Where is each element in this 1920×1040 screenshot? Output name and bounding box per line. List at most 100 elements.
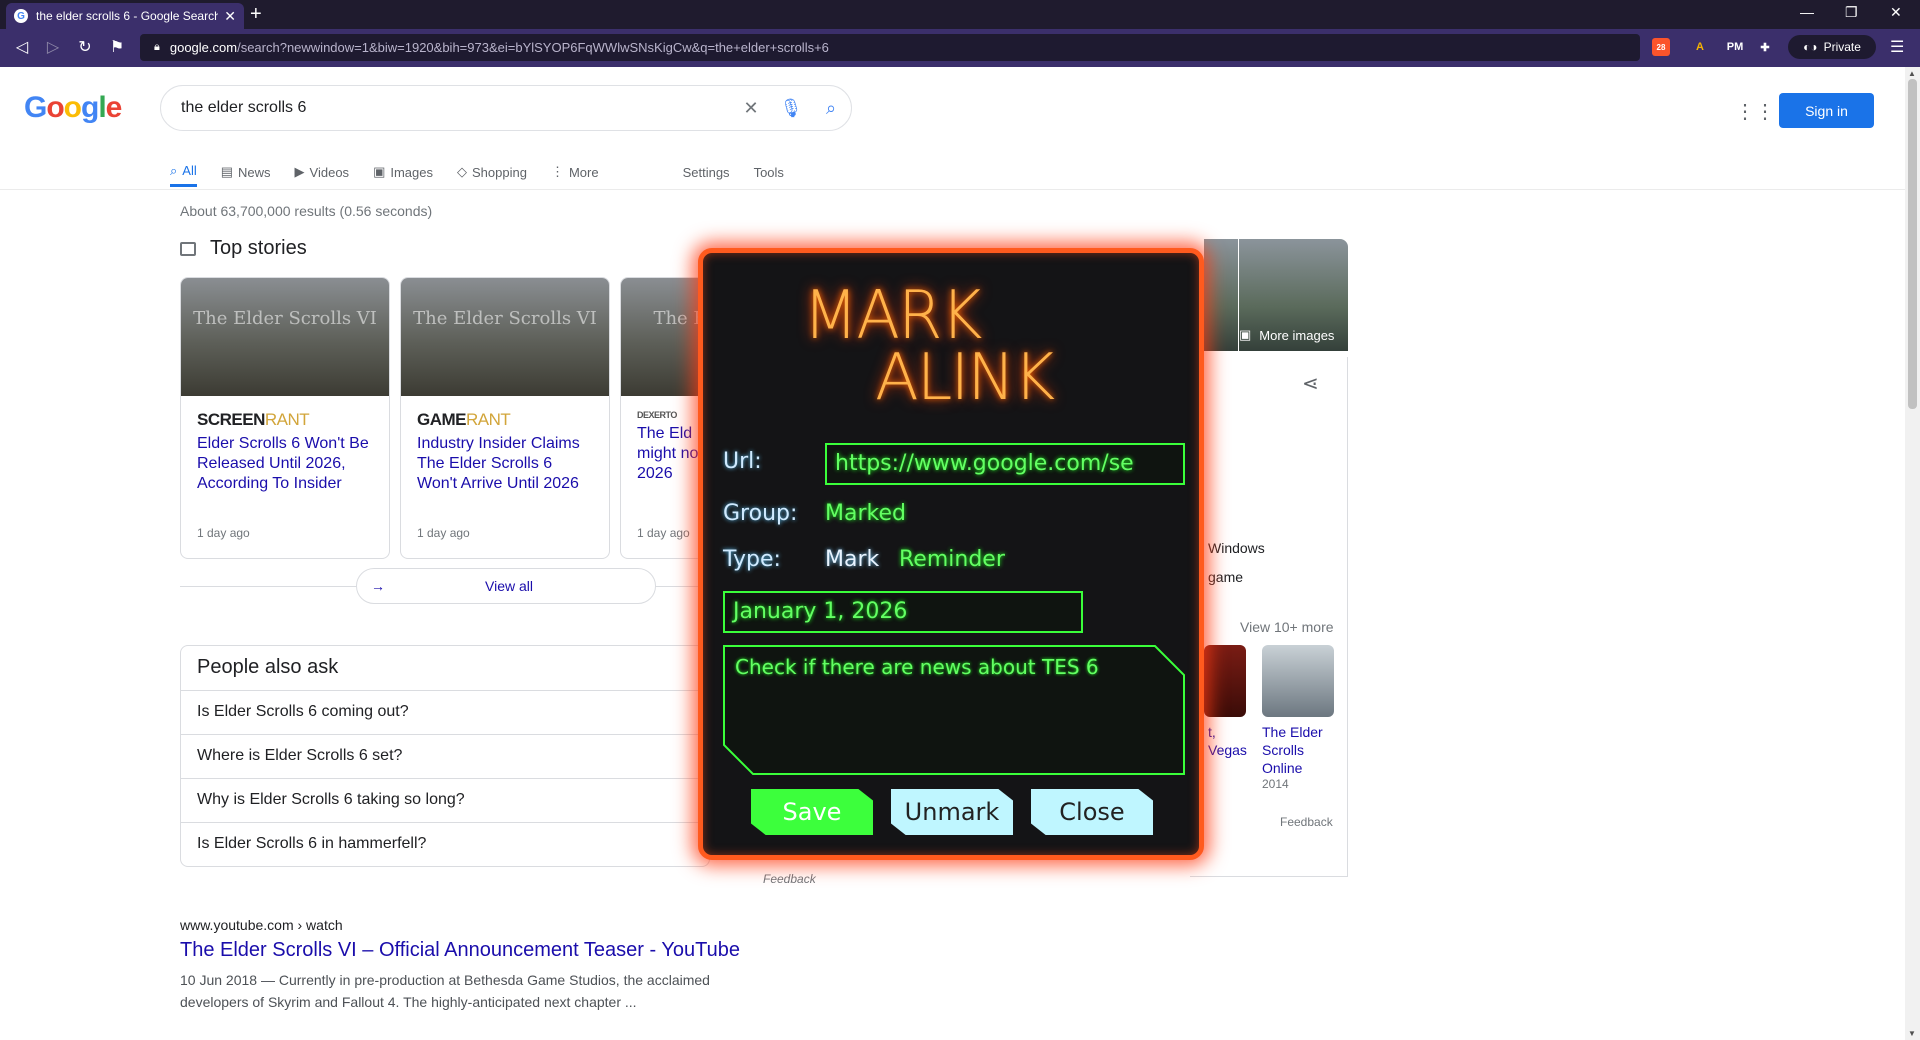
scroll-up-icon[interactable]: ▲ [1908,69,1916,78]
mark-a-link-popup: MARK ALINK Url: https://www.google.com/s… [698,248,1204,860]
paa-question[interactable]: Where is Elder Scrolls 6 set? [181,734,709,778]
bookmark-icon[interactable]: ⚑ [107,37,127,57]
tab-settings[interactable]: Settings [683,157,730,187]
url-label: Url: [723,449,762,474]
share-icon[interactable]: ⋖ [1302,371,1319,396]
story-image: The Elder Scrolls VI [401,278,609,396]
related-item-fragment[interactable]: Vegas [1208,741,1247,759]
lock-icon: 🔒︎ [154,41,160,53]
scroll-thumb[interactable] [1908,79,1917,409]
extensions-puzzle-icon[interactable]: ✚ [1756,38,1774,56]
arrow-right-icon: → [371,578,385,594]
kp-image-strip[interactable] [1204,239,1238,351]
news-icon: ▤ [220,164,234,179]
kp-feedback-link[interactable]: Feedback [1280,815,1333,829]
forward-icon[interactable]: ▷ [43,37,63,57]
tab-shopping[interactable]: ◇ Shopping [457,157,527,187]
address-bar[interactable]: 🔒︎ google.com/search?newwindow=1&biw=192… [140,34,1640,61]
private-label: Private [1823,40,1861,54]
clear-search-icon[interactable]: ✕ [731,98,771,119]
more-images-label: More images [1259,327,1335,343]
story-time: 1 day ago [637,526,690,540]
tab-all[interactable]: ⌕ All [170,157,197,187]
save-button[interactable]: Save [751,789,873,835]
brave-badge: 28 [1656,42,1666,52]
page-scrollbar[interactable]: ▲ ▼ [1905,67,1920,1040]
paa-feedback-link[interactable]: Feedback [763,872,816,886]
tab-more[interactable]: ⋮ More [551,157,599,187]
related-thumb[interactable] [1204,645,1246,717]
paa-question[interactable]: Is Elder Scrolls 6 coming out? [181,690,709,734]
story-title[interactable]: Elder Scrolls 6 Won't Be Released Until … [197,434,373,494]
browser-menu-icon[interactable]: ☰ [1890,37,1904,57]
microphone-icon[interactable]: 🎙︎ [771,98,811,119]
result-stats: About 63,700,000 results (0.56 seconds) [180,203,433,219]
tab-label: More [568,164,599,180]
new-tab-icon[interactable]: + [250,3,262,26]
more-dots-icon: ⋮ [550,164,564,179]
sign-in-button[interactable]: Sign in [1779,93,1874,128]
note-value: Check if there are news about TES 6 [735,655,1099,679]
scroll-down-icon[interactable]: ▼ [1908,1029,1916,1038]
story-source: SCREENRANT [197,410,373,430]
note-textarea[interactable]: Check if there are news about TES 6 [723,645,1185,775]
source-accent: RANT [466,410,511,429]
tab-tools[interactable]: Tools [754,157,784,187]
close-button[interactable]: Close [1031,789,1153,835]
paa-question[interactable]: Is Elder Scrolls 6 in hammerfell? [181,822,709,866]
story-image: The Elder Scrolls VI [181,278,389,396]
paa-question[interactable]: Why is Elder Scrolls 6 taking so long? [181,778,709,822]
browser-tab-bar: G the elder scrolls 6 - Google Search ✕ … [0,0,1920,29]
restore-icon[interactable]: ❐ [1845,4,1858,21]
tab-close-icon[interactable]: ✕ [224,8,236,25]
tab-label: Shopping [472,164,527,180]
search-tabs: ⌕ All ▤ News ▶ Videos ▣ Images ◇ Shopping ⋮ Mo… [170,157,808,187]
image-icon: ▣ [1239,327,1252,342]
minimize-icon[interactable]: — [1800,4,1814,20]
back-icon[interactable]: ◁ [12,37,32,57]
extension-a-icon[interactable]: A [1691,38,1709,56]
window-close-icon[interactable]: ✕ [1890,4,1902,21]
search-tab-icon: ⌕ [170,162,178,178]
source-main: GAME [417,410,467,429]
extension-pm-icon[interactable]: PM [1726,38,1744,56]
mark-a-link-logo: MARK ALINK [803,277,1103,415]
news-story-card[interactable]: The Elder Scrolls VI SCREENRANT Elder Sc… [180,277,390,559]
reminder-date-field[interactable]: January 1, 2026 [723,591,1083,633]
result-cite: www.youtube.com › watch [180,917,343,933]
search-icon[interactable]: ⌕ [811,98,851,119]
browser-tab[interactable]: G the elder scrolls 6 - Google Search ✕ [6,3,244,29]
tab-images[interactable]: ▣ Images [373,157,433,187]
story-title[interactable]: Industry Insider Claims The Elder Scroll… [417,434,593,494]
type-mark-option[interactable]: Mark [825,547,879,572]
result-title-link[interactable]: The Elder Scrolls VI – Official Announce… [180,939,740,962]
group-value[interactable]: Marked [825,501,906,526]
brave-shields-icon[interactable]: 28 [1652,38,1670,56]
related-item-fragment[interactable]: t, [1208,723,1216,741]
url-field[interactable]: https://www.google.com/se [825,443,1185,485]
search-box[interactable]: the elder scrolls 6 ✕ 🎙︎ ⌕ [160,85,852,131]
source-main: SCREEN [197,410,265,429]
unmark-button[interactable]: Unmark [891,789,1013,835]
story-source: GAMERANT [417,410,593,430]
tab-videos[interactable]: ▶ Videos [295,157,350,187]
tab-label: Videos [309,164,350,180]
type-reminder-option[interactable]: Reminder [899,547,1005,572]
related-thumb[interactable] [1262,645,1334,717]
reload-icon[interactable]: ↻ [75,37,95,57]
related-item-title[interactable]: The Elder Scrolls Online [1262,723,1342,777]
search-input[interactable]: the elder scrolls 6 [181,99,731,117]
more-images-link[interactable]: ▣ More images [1239,327,1334,343]
kp-windows-fragment: Windows [1208,540,1265,556]
google-logo[interactable]: Google [24,91,122,125]
private-mask-icon: ◐◑ [1803,40,1818,54]
private-window-indicator[interactable]: ◐◑ Private [1788,35,1876,59]
tab-news[interactable]: ▤ News [221,157,271,187]
image-icon: ▣ [373,164,386,179]
source-main: DEXERTO [637,410,677,420]
video-icon: ▶ [294,164,305,179]
google-favicon-icon: G [14,9,28,23]
view-more-link[interactable]: View 10+ more [1240,619,1334,635]
news-story-card[interactable]: The Elder Scrolls VI GAMERANT Industry I… [400,277,610,559]
view-all-button[interactable]: → View all [356,568,656,604]
